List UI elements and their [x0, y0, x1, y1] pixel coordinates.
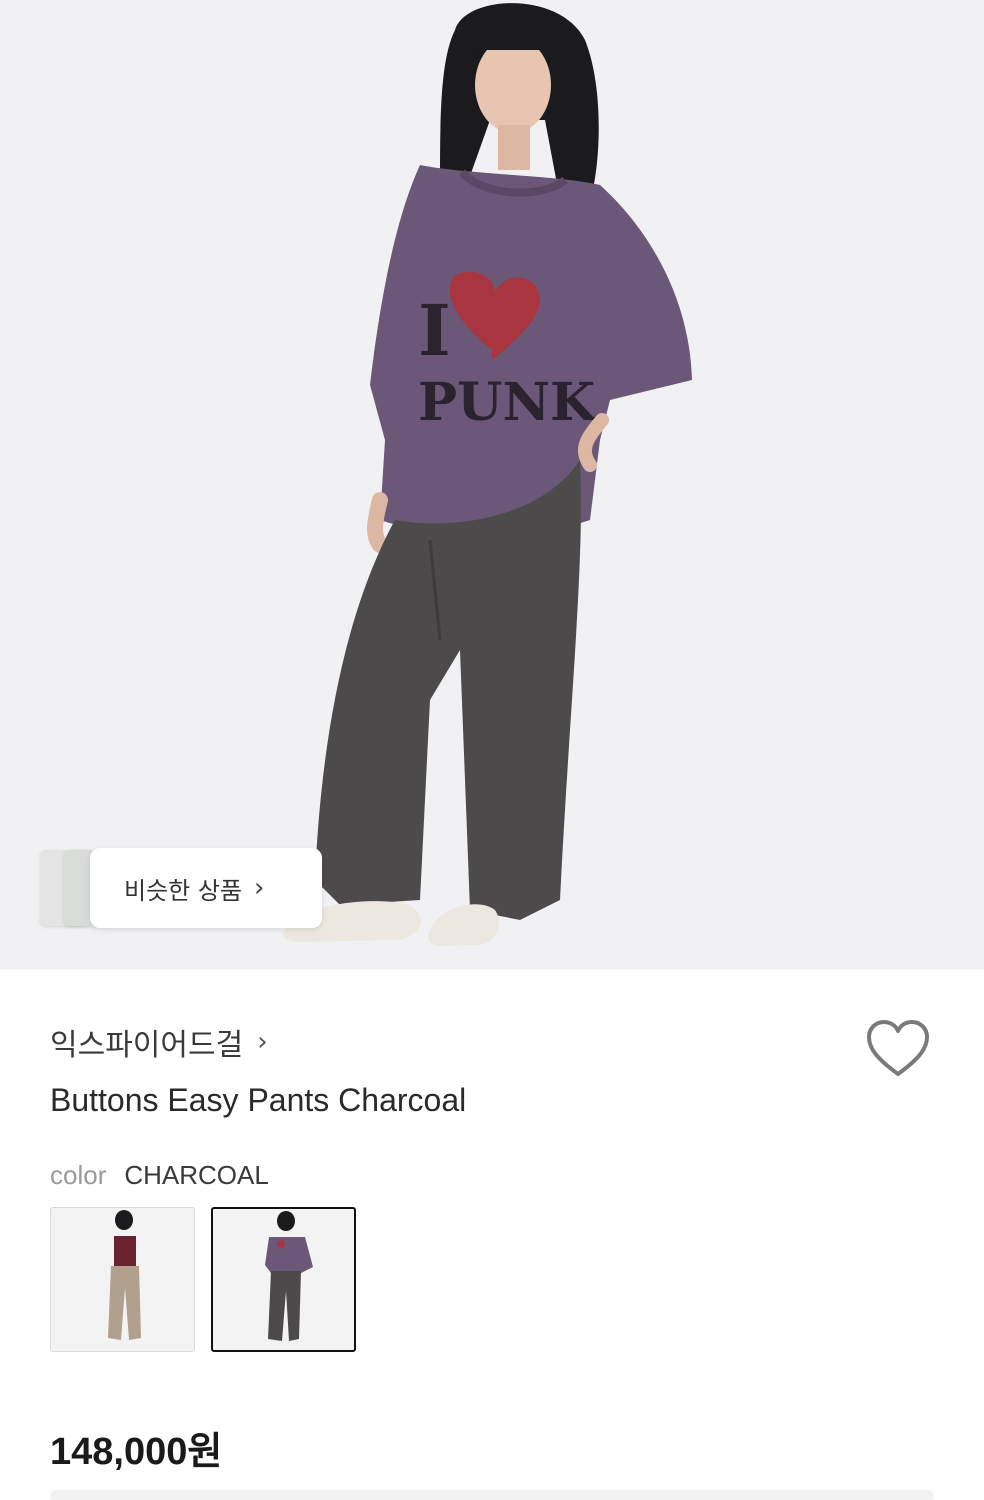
- bottom-panel-edge: [50, 1490, 934, 1500]
- product-price: 148,000원: [50, 1431, 223, 1473]
- similar-products-button[interactable]: 비슷한 상품 ›: [90, 848, 322, 928]
- color-key: color: [50, 1160, 107, 1190]
- product-hero-image[interactable]: I PUNK 비슷한 상품 ›: [0, 0, 984, 970]
- chevron-right-icon: ›: [257, 1027, 268, 1057]
- svg-text:PUNK: PUNK: [418, 372, 597, 433]
- swatch-charcoal[interactable]: [211, 1207, 356, 1352]
- swatch-charcoal-image: [265, 1211, 313, 1341]
- swatch-beige[interactable]: [50, 1207, 195, 1352]
- product-title: Buttons Easy Pants Charcoal: [50, 1082, 467, 1118]
- heart-icon[interactable]: [866, 1020, 930, 1078]
- color-value: CHARCOAL: [124, 1160, 269, 1190]
- swatch-beige-image: [108, 1210, 141, 1340]
- color-swatches: [50, 1207, 356, 1352]
- model-figure-illustration: I PUNK: [283, 3, 692, 946]
- color-selector-label: color CHARCOAL: [50, 1160, 269, 1191]
- svg-text:I: I: [418, 289, 451, 372]
- brand-name: 익스파이어드걸: [50, 1028, 244, 1063]
- brand-link[interactable]: 익스파이어드걸 ›: [50, 1020, 268, 1064]
- similar-products-label: 비슷한 상품: [124, 876, 243, 905]
- chevron-right-icon: ›: [254, 873, 265, 903]
